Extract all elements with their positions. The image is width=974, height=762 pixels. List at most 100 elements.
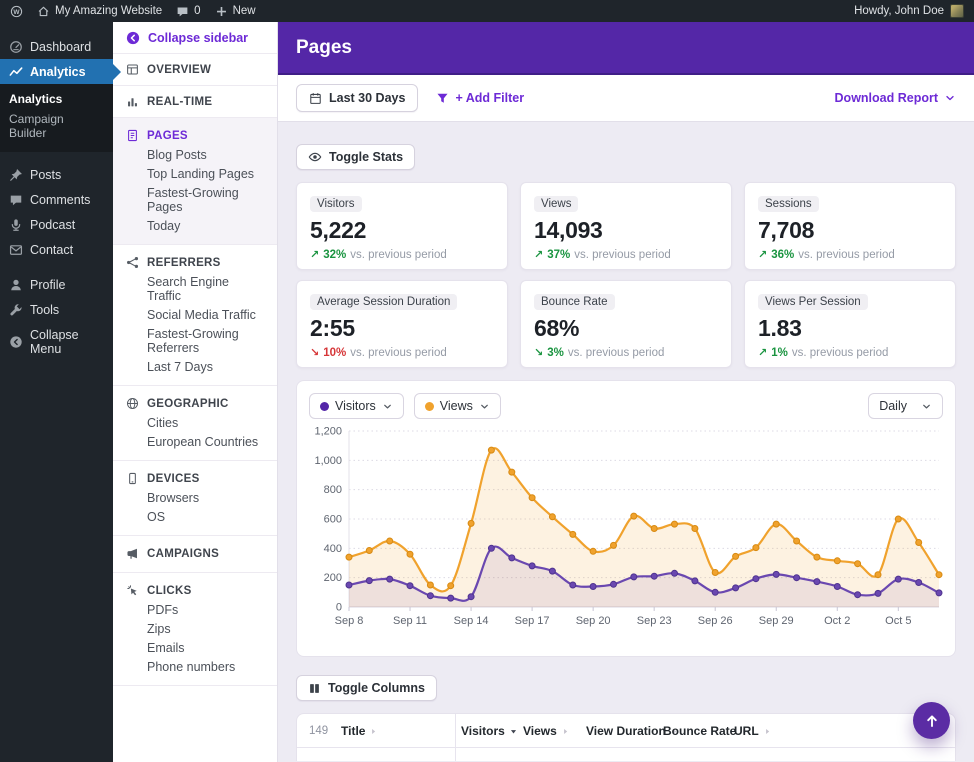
- sidebar-item-referrers[interactable]: REFERRERS: [113, 253, 277, 272]
- user-icon: [9, 278, 23, 292]
- sidebar-item-zips[interactable]: Zips: [113, 619, 277, 638]
- stat-delta: ↘ 10% vs. previous period: [310, 346, 494, 359]
- howdy-text: Howdy, John Doe: [854, 5, 944, 17]
- download-report-button[interactable]: Download Report: [835, 91, 956, 105]
- main-content: Pages Last 30 Days + Add Filter Download…: [278, 22, 974, 762]
- site-name-link[interactable]: My Amazing Website: [37, 5, 162, 18]
- sidebar-item-fastest-growing-referrers[interactable]: Fastest-Growing Referrers: [113, 324, 277, 357]
- stat-value: 2:55: [310, 315, 494, 342]
- svg-text:Sep 26: Sep 26: [698, 615, 733, 627]
- sidebar-item-pdfs[interactable]: PDFs: [113, 600, 277, 619]
- scroll-to-top-button[interactable]: [913, 702, 950, 739]
- sidebar-item-cities[interactable]: Cities: [113, 413, 277, 432]
- device-icon: [126, 472, 139, 485]
- menu-item-posts[interactable]: Posts: [0, 162, 113, 187]
- sidebar-item-emails[interactable]: Emails: [113, 638, 277, 657]
- sidebar-item-overview[interactable]: OVERVIEW: [113, 54, 277, 86]
- sidebar-item-pages[interactable]: PAGES: [113, 126, 277, 145]
- howdy-account-link[interactable]: Howdy, John Doe: [854, 5, 944, 17]
- date-range-button[interactable]: Last 30 Days: [296, 84, 418, 112]
- menu-item-dashboard[interactable]: Dashboard: [0, 34, 113, 59]
- svg-text:1,000: 1,000: [314, 455, 342, 467]
- sidebar-item-os[interactable]: OS: [113, 507, 277, 526]
- sidebar-item-browsers[interactable]: Browsers: [113, 488, 277, 507]
- sidebar-item-today[interactable]: Today: [113, 216, 277, 235]
- toggle-stats-button[interactable]: Toggle Stats: [296, 144, 415, 170]
- comments-link[interactable]: 0: [176, 5, 200, 18]
- sidebar-item-social-media-traffic[interactable]: Social Media Traffic: [113, 305, 277, 324]
- sidebar-item-phone-numbers[interactable]: Phone numbers: [113, 657, 277, 676]
- collapse-sidebar-button[interactable]: Collapse sidebar: [113, 22, 277, 54]
- column-header-title[interactable]: Title: [341, 714, 378, 748]
- stat-card-views: Views 14,093 ↗ 37% vs. previous period: [520, 182, 732, 270]
- sidebar-item-geographic[interactable]: GEOGRAPHIC: [113, 394, 277, 413]
- stat-label: Views Per Session: [758, 294, 868, 310]
- menu-item-analytics[interactable]: Analytics: [0, 59, 113, 84]
- visitors-series-select[interactable]: Visitors: [309, 393, 404, 419]
- views-series-select[interactable]: Views: [414, 393, 501, 419]
- sidebar-group-clicks: CLICKS PDFs Zips Emails Phone numbers: [113, 573, 277, 686]
- interval-select[interactable]: Daily: [868, 393, 943, 419]
- row-count: 149: [309, 714, 328, 748]
- trend-arrow-icon: ↗: [758, 346, 767, 359]
- stat-label: Views: [534, 196, 578, 212]
- toggle-columns-button[interactable]: Toggle Columns: [296, 675, 437, 701]
- stat-label: Average Session Duration: [310, 294, 457, 310]
- admin-bar: W My Amazing Website 0 New Howdy, John D…: [0, 0, 974, 22]
- comment-icon: [176, 5, 189, 18]
- sidebar-group-campaigns: CAMPAIGNS: [113, 536, 277, 573]
- collapse-menu-button[interactable]: Collapse Menu: [0, 322, 113, 361]
- svg-text:Oct 2: Oct 2: [824, 615, 850, 627]
- stat-card-bounce-rate: Bounce Rate 68% ↘ 3% vs. previous period: [520, 280, 732, 368]
- sidebar-item-top-landing-pages[interactable]: Top Landing Pages: [113, 164, 277, 183]
- sort-caret-down-icon: [509, 727, 518, 736]
- menu-item-comments[interactable]: Comments: [0, 187, 113, 212]
- plus-icon: [215, 5, 228, 18]
- svg-text:600: 600: [324, 514, 342, 526]
- menu-item-profile[interactable]: Profile: [0, 272, 113, 297]
- overview-icon: [126, 63, 139, 76]
- new-content-link[interactable]: New: [215, 5, 256, 18]
- svg-text:Sep 17: Sep 17: [515, 615, 550, 627]
- svg-text:400: 400: [324, 543, 342, 555]
- views-dot-icon: [425, 402, 434, 411]
- stat-delta: ↗ 36% vs. previous period: [758, 248, 942, 261]
- sidebar-item-campaigns[interactable]: CAMPAIGNS: [113, 544, 277, 563]
- svg-text:Sep 29: Sep 29: [759, 615, 794, 627]
- column-header-views[interactable]: Views: [523, 714, 570, 748]
- analytics-sidebar: Collapse sidebar OVERVIEW REAL-TIME PAGE…: [113, 22, 278, 762]
- wordpress-menu[interactable]: W: [10, 5, 23, 18]
- menu-item-contact[interactable]: Contact: [0, 237, 113, 262]
- column-header-url[interactable]: URL: [734, 714, 772, 748]
- new-label: New: [233, 5, 256, 17]
- stat-value: 14,093: [534, 217, 718, 244]
- menu-item-podcast[interactable]: Podcast: [0, 212, 113, 237]
- realtime-icon: [126, 95, 139, 108]
- sidebar-item-clicks[interactable]: CLICKS: [113, 581, 277, 600]
- sidebar-item-last-7-days[interactable]: Last 7 Days: [113, 357, 277, 376]
- sidebar-item-devices[interactable]: DEVICES: [113, 469, 277, 488]
- submenu-item-campaign-builder[interactable]: Campaign Builder: [0, 109, 113, 143]
- column-header-visitors[interactable]: Visitors: [461, 714, 518, 748]
- sidebar-item-fastest-growing-pages[interactable]: Fastest-Growing Pages: [113, 183, 277, 216]
- add-filter-button[interactable]: + Add Filter: [436, 91, 524, 105]
- avatar[interactable]: [950, 4, 964, 18]
- envelope-icon: [9, 243, 23, 257]
- traffic-chart-panel: Visitors Views Daily 02004006008001,0001…: [296, 380, 956, 657]
- active-menu-arrow: [113, 64, 121, 80]
- table-header-row: 149 Title Visitors Views View Duration: [297, 714, 955, 748]
- submenu-item-analytics[interactable]: Analytics: [0, 89, 113, 109]
- stat-card-views-per-session: Views Per Session 1.83 ↗ 1% vs. previous…: [744, 280, 956, 368]
- sidebar-item-realtime[interactable]: REAL-TIME: [113, 86, 277, 118]
- trend-arrow-icon: ↘: [310, 346, 319, 359]
- sidebar-item-search-engine-traffic[interactable]: Search Engine Traffic: [113, 272, 277, 305]
- sidebar-item-european-countries[interactable]: European Countries: [113, 432, 277, 451]
- toolbar: Last 30 Days + Add Filter Download Repor…: [278, 75, 974, 122]
- comment-icon: [9, 193, 23, 207]
- globe-icon: [126, 397, 139, 410]
- svg-text:200: 200: [324, 572, 342, 584]
- analytics-icon: [9, 65, 23, 79]
- sidebar-group-devices: DEVICES Browsers OS: [113, 461, 277, 536]
- sidebar-item-blog-posts[interactable]: Blog Posts: [113, 145, 277, 164]
- menu-item-tools[interactable]: Tools: [0, 297, 113, 322]
